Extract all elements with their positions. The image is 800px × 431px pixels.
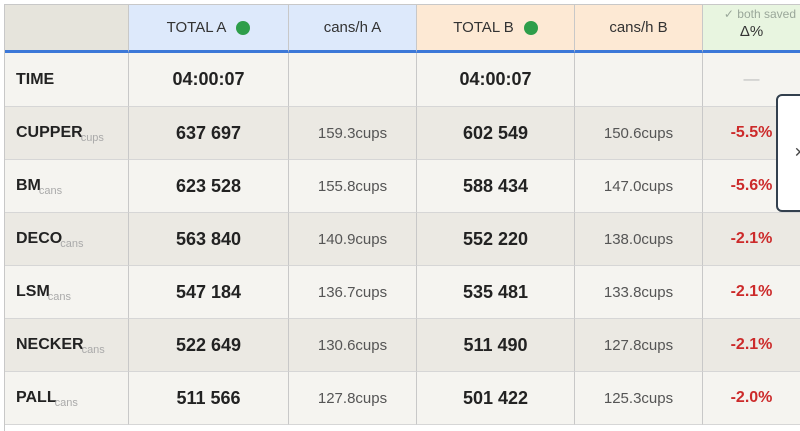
header-rate-b-label: cans/h B bbox=[609, 19, 668, 36]
comparison-table: TOTAL A cans/h A TOTAL B cans/h B ✓ both… bbox=[4, 4, 800, 431]
rate-a-value: 155.8cups bbox=[289, 160, 417, 213]
row-label: DECO cans bbox=[5, 213, 129, 266]
row-label: LSM cans bbox=[5, 266, 129, 319]
delta-value: -2.1% bbox=[703, 213, 800, 266]
delta-value: -2.1% bbox=[703, 266, 800, 319]
total-a-value: 563 840 bbox=[129, 213, 289, 266]
rate-a-value: 159.3cups bbox=[289, 107, 417, 160]
total-b-value: 588 434 bbox=[417, 160, 575, 213]
close-icon[interactable]: ✕ bbox=[794, 144, 800, 161]
total-a-value: 522 649 bbox=[129, 319, 289, 372]
delta-value: -2.1% bbox=[703, 319, 800, 372]
row-label-text: LSM bbox=[16, 283, 50, 300]
rate-a-value: 127.8cups bbox=[289, 372, 417, 425]
row-label: NECKER cans bbox=[5, 319, 129, 372]
row-unit: cans bbox=[38, 185, 63, 197]
row-label-text: PALL bbox=[16, 389, 57, 406]
total-a-value: 623 528 bbox=[129, 160, 289, 213]
header-total-b-label: TOTAL B bbox=[453, 19, 514, 36]
header-rate-a: cans/h A bbox=[289, 5, 417, 53]
header-corner bbox=[5, 5, 129, 53]
time-total-b: 04:00:07 bbox=[417, 53, 575, 107]
row-label: BM cans bbox=[5, 160, 129, 213]
row-label: CUPPER cups bbox=[5, 107, 129, 160]
header-total-b: TOTAL B bbox=[417, 5, 575, 53]
status-dot-a bbox=[236, 20, 251, 35]
total-b-value: 535 481 bbox=[417, 266, 575, 319]
total-a-value: 511 566 bbox=[129, 372, 289, 425]
row-label-text: CUPPER bbox=[16, 124, 83, 141]
row-label-text: DECO bbox=[16, 230, 63, 247]
rate-b-value: 125.3cups bbox=[575, 372, 703, 425]
rate-b-value: 138.0cups bbox=[575, 213, 703, 266]
status-dot-b bbox=[523, 20, 538, 35]
row-label-text: BM bbox=[16, 177, 41, 194]
side-popup[interactable]: ✕ bbox=[776, 94, 800, 212]
total-b-value: 511 490 bbox=[417, 319, 575, 372]
rate-a-value: 140.9cups bbox=[289, 213, 417, 266]
time-total-a: 04:00:07 bbox=[129, 53, 289, 107]
row-unit: cups bbox=[80, 132, 104, 144]
total-b-value: 501 422 bbox=[417, 372, 575, 425]
time-label: TIME bbox=[5, 53, 129, 107]
row-unit: cans bbox=[47, 291, 72, 303]
total-b-value: 602 549 bbox=[417, 107, 575, 160]
row-label-text: NECKER bbox=[16, 336, 84, 353]
row-unit: cans bbox=[60, 238, 84, 250]
time-rate-b bbox=[575, 53, 703, 107]
row-unit: cans bbox=[81, 344, 105, 356]
total-a-value: 637 697 bbox=[129, 107, 289, 160]
saved-status: ✓ both saved bbox=[723, 7, 796, 21]
header-rate-a-label: cans/h A bbox=[323, 19, 382, 36]
row-label: PALL cans bbox=[5, 372, 129, 425]
rate-b-value: 150.6cups bbox=[575, 107, 703, 160]
row-unit: cans bbox=[54, 397, 78, 409]
rate-b-value: 147.0cups bbox=[575, 160, 703, 213]
rate-a-value: 136.7cups bbox=[289, 266, 417, 319]
header-total-a-label: TOTAL A bbox=[166, 19, 227, 36]
total-b-value: 552 220 bbox=[417, 213, 575, 266]
total-a-value: 547 184 bbox=[129, 266, 289, 319]
rate-b-value: 133.8cups bbox=[575, 266, 703, 319]
header-delta: ✓ both saved Δ% bbox=[703, 5, 800, 53]
header-delta-label: Δ% bbox=[739, 23, 764, 40]
header-total-a: TOTAL A bbox=[129, 5, 289, 53]
rate-b-value: 127.8cups bbox=[575, 319, 703, 372]
rate-a-value: 130.6cups bbox=[289, 319, 417, 372]
delta-value: -2.0% bbox=[703, 372, 800, 425]
header-rate-b: cans/h B bbox=[575, 5, 703, 53]
time-rate-a bbox=[289, 53, 417, 107]
